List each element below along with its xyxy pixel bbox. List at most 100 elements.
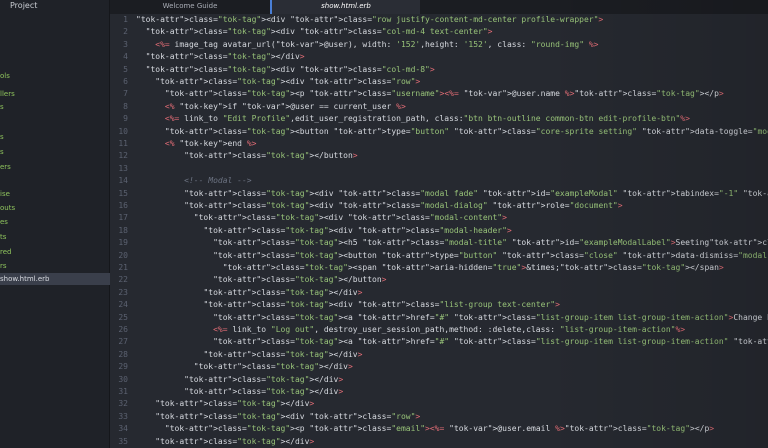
code-text: <%= link_to "Edit Profile",edit_user_reg…: [164, 114, 690, 124]
code-line[interactable]: 22 "tok-attr">class="tok-tag"></button>: [110, 274, 768, 286]
code-text: "tok-attr">class="tok-tag"><div "tok-att…: [145, 27, 493, 37]
tree-item[interactable]: ts: [0, 231, 110, 243]
tree-item[interactable]: ise: [0, 188, 110, 200]
code-line[interactable]: 35 "tok-attr">class="tok-tag"></div>: [110, 436, 768, 448]
code-line[interactable]: 24 "tok-attr">class="tok-tag"><div "tok-…: [110, 299, 768, 311]
code-line[interactable]: 26 <%= link_to "Log out", destroy_user_s…: [110, 324, 768, 336]
code-text: "tok-attr">class="tok-tag"><span "tok-at…: [222, 263, 724, 272]
code-line[interactable]: 11 <% "tok-key">end %>: [110, 138, 768, 150]
code-text: "tok-attr">class="tok-tag"></div>: [184, 387, 344, 396]
code-text: "tok-attr">class="tok-tag"></div>: [203, 287, 363, 297]
line-number: 33: [118, 411, 128, 421]
code-line[interactable]: 13: [110, 163, 768, 175]
line-number: 31: [118, 387, 128, 396]
code-line[interactable]: 4 "tok-attr">class="tok-tag"></div>: [110, 51, 768, 63]
code-line[interactable]: 33 "tok-attr">class="tok-tag"><div "tok-…: [110, 411, 768, 423]
line-number: 10: [118, 126, 128, 136]
code-text: "tok-attr">class="tok-tag"><div "tok-att…: [155, 411, 421, 421]
line-number: 15: [118, 188, 128, 198]
line-number: 11: [118, 139, 128, 148]
code-line[interactable]: 1 "tok-attr">class="tok-tag"><div "tok-at…: [110, 14, 768, 26]
line-number: 24: [118, 300, 128, 310]
line-number: 28: [118, 349, 128, 359]
line-number: 9: [123, 114, 128, 124]
code-text: "tok-attr">class="tok-tag"><div "tok-att…: [155, 77, 421, 86]
code-editor[interactable]: 1 "tok-attr">class="tok-tag"><div "tok-at…: [110, 14, 768, 448]
tree-item-selected-file[interactable]: show.html.erb: [0, 273, 110, 285]
line-number: 30: [118, 374, 128, 384]
code-line[interactable]: 10 "tok-attr">class="tok-tag"><button "t…: [110, 126, 768, 138]
tab-show-html-erb[interactable]: show.html.erb: [270, 0, 420, 14]
code-text: "tok-attr">class="tok-tag"><button "tok-…: [213, 250, 768, 260]
code-line[interactable]: 27 "tok-attr">class="tok-tag"><a "tok-at…: [110, 336, 768, 348]
code-text: "tok-attr">class="tok-tag"><a "tok-attr"…: [213, 312, 768, 322]
code-line[interactable]: 12 "tok-attr">class="tok-tag"></button>: [110, 150, 768, 162]
code-text: "tok-attr">class="tok-tag"><div "tok-att…: [184, 188, 768, 198]
code-text: "tok-attr">class="tok-tag"><div "tok-att…: [136, 15, 604, 24]
line-number: 18: [118, 225, 128, 235]
code-text: "tok-attr">class="tok-tag"></div>: [193, 362, 353, 372]
code-line[interactable]: 18 "tok-attr">class="tok-tag"><div "tok-…: [110, 225, 768, 237]
editor-window: Project ols llers s s s ers ise outs es ts red rs sh…: [0, 0, 768, 448]
line-number: 12: [118, 151, 128, 161]
code-line[interactable]: 9 <%= link_to "Edit Profile",edit_user_r…: [110, 113, 768, 125]
tree-item[interactable]: s: [0, 101, 110, 113]
code-line[interactable]: 3 <%= image_tag avatar_url("tok-var">@us…: [110, 39, 768, 51]
code-line[interactable]: 16 "tok-attr">class="tok-tag"><div "tok-…: [110, 200, 768, 212]
code-line[interactable]: 8 <% "tok-key">if "tok-var">@user == cur…: [110, 101, 768, 113]
tree-item[interactable]: ols: [0, 70, 110, 82]
code-line[interactable]: 34 "tok-attr">class="tok-tag"><p "tok-at…: [110, 423, 768, 435]
code-line[interactable]: 21 "tok-attr">class="tok-tag"><span "tok…: [110, 262, 768, 274]
code-line[interactable]: 31 "tok-attr">class="tok-tag"></div>: [110, 386, 768, 398]
code-line[interactable]: 32 "tok-attr">class="tok-tag"></div>: [110, 398, 768, 410]
tree-item[interactable]: es: [0, 216, 110, 228]
line-number: 19: [118, 238, 128, 248]
project-sidebar: Project ols llers s s s ers ise outs es ts red rs sh…: [0, 0, 110, 448]
code-line[interactable]: 30 "tok-attr">class="tok-tag"></div>: [110, 374, 768, 386]
code-line[interactable]: 15 "tok-attr">class="tok-tag"><div "tok-…: [110, 188, 768, 200]
tree-item[interactable]: outs: [0, 202, 110, 214]
code-line[interactable]: 2 "tok-attr">class="tok-tag"><div "tok-a…: [110, 26, 768, 38]
code-text: "tok-attr">class="tok-tag"></div>: [145, 52, 305, 62]
code-text: <%= image_tag avatar_url("tok-var">@user…: [155, 39, 599, 49]
code-text: "tok-attr">class="tok-tag"></div>: [184, 374, 344, 384]
code-text: "tok-attr">class="tok-tag"><a "tok-attr"…: [213, 337, 768, 347]
code-line[interactable]: 23 "tok-attr">class="tok-tag"></div>: [110, 287, 768, 299]
code-line[interactable]: 14 <!-- Modal -->: [110, 175, 768, 187]
code-line[interactable]: 20 "tok-attr">class="tok-tag"><button "t…: [110, 250, 768, 262]
line-number: 25: [118, 312, 128, 322]
line-number: 1: [123, 15, 128, 24]
code-line[interactable]: 7 "tok-attr">class="tok-tag"><p "tok-att…: [110, 88, 768, 100]
tree-item[interactable]: s: [0, 146, 110, 158]
tab-welcome-guide[interactable]: Welcome Guide: [110, 0, 270, 14]
tree-item[interactable]: red: [0, 246, 110, 258]
code-line[interactable]: 29 "tok-attr">class="tok-tag"></div>: [110, 361, 768, 373]
code-text: <% "tok-key">if "tok-var">@user == curre…: [164, 101, 406, 111]
code-text: "tok-attr">class="tok-tag"></div>: [203, 349, 363, 359]
tree-item[interactable]: ers: [0, 161, 110, 173]
code-line[interactable]: 6 "tok-attr">class="tok-tag"><div "tok-a…: [110, 76, 768, 88]
code-line[interactable]: 5 "tok-attr">class="tok-tag"><div "tok-a…: [110, 64, 768, 76]
code-line[interactable]: 28 "tok-attr">class="tok-tag"></div>: [110, 349, 768, 361]
line-number: 14: [118, 176, 128, 186]
line-number: 23: [118, 287, 128, 297]
line-number: 27: [118, 337, 128, 347]
code-line[interactable]: 19 "tok-attr">class="tok-tag"><h5 "tok-a…: [110, 237, 768, 249]
line-number: 20: [118, 250, 128, 260]
code-text: "tok-attr">class="tok-tag"><div "tok-att…: [193, 213, 507, 223]
code-line[interactable]: 17 "tok-attr">class="tok-tag"><div "tok-…: [110, 212, 768, 224]
line-number: 5: [123, 64, 128, 74]
code-text: "tok-attr">class="tok-tag"><p "tok-attr"…: [164, 89, 724, 99]
code-text: "tok-attr">class="tok-tag"></button>: [184, 151, 358, 161]
line-number: 35: [118, 436, 128, 446]
line-number: 8: [123, 101, 128, 111]
line-number: 16: [118, 201, 128, 210]
code-line[interactable]: 25 "tok-attr">class="tok-tag"><a "tok-at…: [110, 312, 768, 324]
line-number: 32: [118, 399, 128, 409]
tree-item[interactable]: rs: [0, 260, 110, 272]
tree-item[interactable]: llers: [0, 88, 110, 100]
code-text: "tok-attr">class="tok-tag"><h5 "tok-attr…: [213, 238, 768, 248]
line-number: 22: [118, 275, 128, 285]
code-text: "tok-attr">class="tok-tag"><button "tok-…: [164, 126, 768, 136]
tree-item[interactable]: s: [0, 131, 110, 143]
